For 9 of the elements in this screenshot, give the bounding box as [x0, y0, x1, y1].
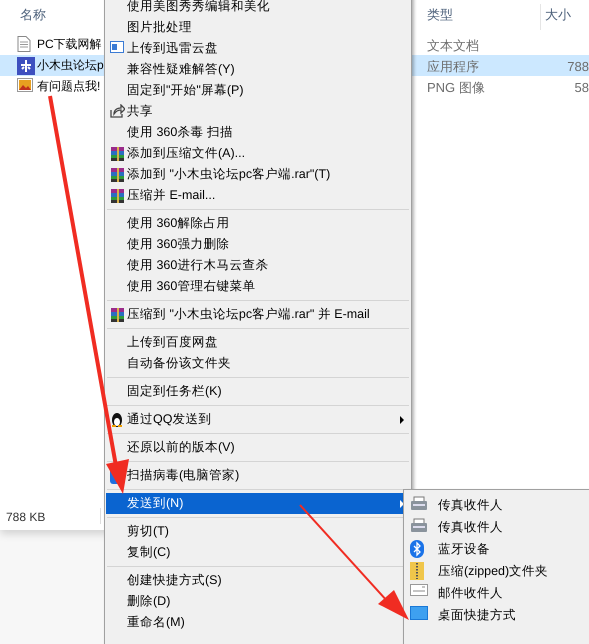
status-text: 788 KB	[6, 509, 46, 526]
file-name: 小木虫论坛p	[37, 58, 104, 73]
file-size: 788	[567, 58, 589, 76]
file-type: PNG 图像	[427, 79, 485, 97]
file-type: 应用程序	[427, 58, 479, 76]
file-size: 58	[574, 79, 589, 97]
file-type: 文本文档	[427, 37, 479, 55]
file-name: 有问题点我!	[37, 79, 100, 94]
file-name: PC下载网解	[37, 37, 102, 52]
